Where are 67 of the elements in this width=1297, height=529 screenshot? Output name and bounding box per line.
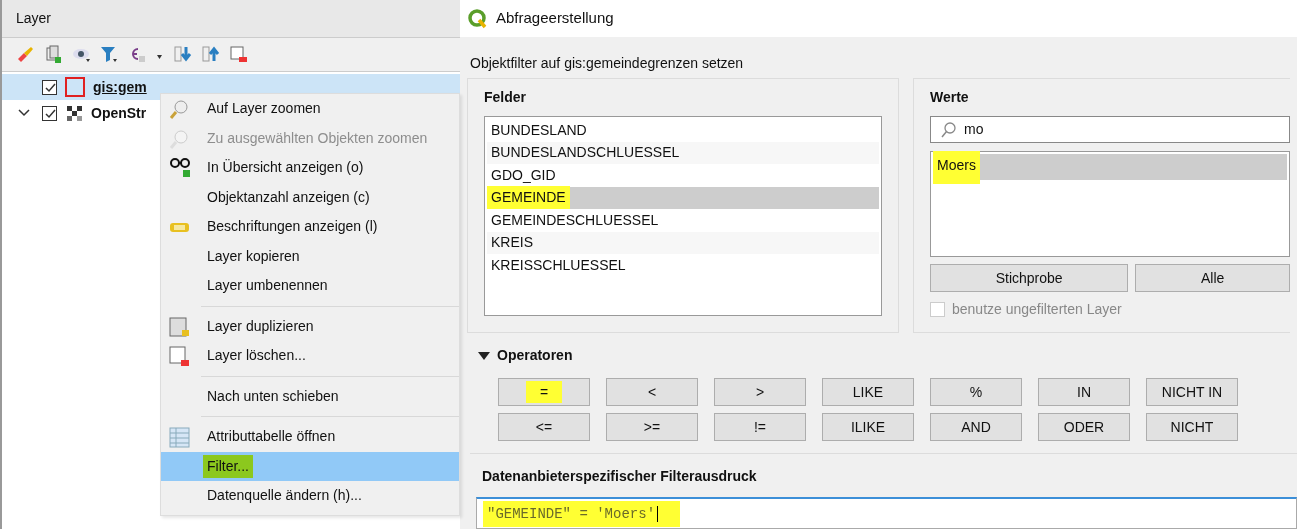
operator-button[interactable]: <=: [498, 413, 590, 441]
window-title: Abfrageerstellung: [496, 8, 614, 29]
menu-item[interactable]: Attributtabelle öffnen: [207, 426, 336, 448]
action-button[interactable]: Alle: [1135, 264, 1290, 292]
duplicate-icon: [169, 316, 190, 338]
panel-title: Layer: [2, 0, 460, 38]
operator-button[interactable]: =: [498, 378, 590, 406]
list-item[interactable]: GEMEINDE: [487, 186, 570, 210]
add-group-icon[interactable]: [44, 45, 63, 64]
operator-button[interactable]: %: [930, 378, 1022, 406]
group-title: Werte: [930, 88, 970, 107]
expand-all-icon[interactable]: [173, 45, 192, 64]
operator-button[interactable]: ILIKE: [822, 413, 914, 441]
layer-name[interactable]: OpenStr: [91, 102, 147, 124]
menu-item[interactable]: Filter...: [203, 454, 253, 478]
operator-button[interactable]: IN: [1038, 378, 1130, 406]
remove-layer-icon: [169, 346, 190, 367]
operator-button[interactable]: AND: [930, 413, 1022, 441]
collapse-all-icon[interactable]: [201, 45, 220, 64]
table-icon: [169, 427, 190, 448]
list-item[interactable]: GDO_GID: [491, 164, 556, 186]
list-item[interactable]: KREIS: [491, 232, 533, 254]
operator-button[interactable]: LIKE: [822, 378, 914, 406]
operator-button[interactable]: >: [714, 378, 806, 406]
menu-item[interactable]: Layer kopieren: [207, 245, 300, 267]
menu-item[interactable]: In Übersicht anzeigen (o): [207, 157, 364, 179]
filter-icon[interactable]: [100, 45, 119, 64]
menu-item[interactable]: Datenquelle ändern (h)...: [207, 485, 362, 507]
brush-icon[interactable]: [16, 45, 35, 64]
zoom-icon: [169, 99, 190, 120]
operator-button[interactable]: NICHT: [1146, 413, 1238, 441]
layer-name[interactable]: gis:gem: [93, 76, 147, 98]
expression-field[interactable]: "GEMEINDE" = 'Moers': [476, 497, 1297, 529]
menu-item[interactable]: Auf Layer zoomen: [207, 98, 321, 120]
menu-item[interactable]: Layer duplizieren: [207, 315, 314, 337]
menu-item[interactable]: Layer umbenennen: [207, 275, 328, 297]
zoom-icon: [169, 128, 190, 150]
menu-item[interactable]: Layer löschen...: [207, 345, 306, 367]
remove-layer-icon[interactable]: [229, 45, 248, 64]
menu-item[interactable]: Objektanzahl anzeigen (c): [207, 186, 370, 208]
checkbox[interactable]: [42, 105, 57, 121]
search-field[interactable]: mo: [930, 116, 1290, 143]
list-item[interactable]: GEMEINDESCHLUESSEL: [491, 209, 659, 231]
raster-layer-icon: [65, 104, 83, 122]
app-logo-icon: [468, 8, 488, 29]
section-title: Datenanbieterspezifischer Filterausdruck: [482, 467, 758, 486]
polygon-layer-icon: [65, 77, 85, 97]
list-item[interactable]: BUNDESLAND: [491, 119, 587, 141]
expand-icon[interactable]: [18, 109, 30, 117]
section-title: Operatoren: [497, 346, 573, 365]
operator-button[interactable]: !=: [714, 413, 806, 441]
operator-button[interactable]: >=: [606, 413, 698, 441]
collapse-arrow-icon[interactable]: [478, 350, 490, 361]
menu-item[interactable]: Beschriftungen anzeigen (l): [207, 216, 378, 238]
subtitle: Objektfilter auf gis:gemeindegrenzen setzen: [469, 54, 745, 73]
menu-item[interactable]: Nach unten schieben: [207, 385, 339, 407]
glasses-icon: [169, 158, 190, 179]
checkbox-label: benutze ungefilterten Layer: [952, 300, 1122, 319]
list-item[interactable]: KREISSCHLUESSEL: [491, 254, 626, 276]
list-item[interactable]: Moers: [933, 150, 980, 184]
group-title: Felder: [484, 88, 527, 107]
operator-button[interactable]: NICHT IN: [1146, 378, 1238, 406]
operator-button[interactable]: ODER: [1038, 413, 1130, 441]
search-icon: [941, 121, 957, 138]
operator-button[interactable]: <: [606, 378, 698, 406]
action-button[interactable]: Stichprobe: [930, 264, 1129, 292]
checkbox[interactable]: [42, 79, 57, 95]
